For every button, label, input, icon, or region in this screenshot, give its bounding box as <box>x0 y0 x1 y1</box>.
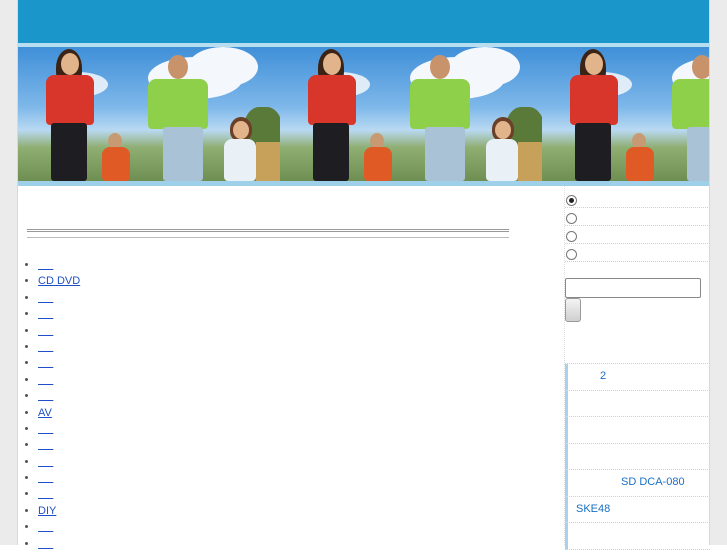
category-list-item <box>38 536 80 552</box>
title-divider <box>27 229 509 238</box>
category-list-item <box>38 372 80 388</box>
category-list-item <box>38 421 80 437</box>
category-list-item: AV <box>38 405 80 421</box>
category-list-item <box>38 323 80 339</box>
sidebar-news-item[interactable]: SD DCA-080 <box>565 470 710 497</box>
category-link[interactable] <box>38 390 53 402</box>
sidebar-divider <box>565 323 710 364</box>
category-list-item <box>38 355 80 371</box>
category-list-item <box>38 388 80 404</box>
banner-photo-tile <box>280 47 542 181</box>
category-list-item <box>38 470 80 486</box>
search-option-radio[interactable] <box>566 195 577 206</box>
category-link[interactable] <box>38 374 53 386</box>
category-link[interactable] <box>38 259 53 271</box>
category-list-item <box>38 519 80 535</box>
right-gutter <box>709 0 727 545</box>
category-link[interactable]: AV <box>38 407 52 419</box>
category-link[interactable] <box>38 423 53 435</box>
sidebar-news-item[interactable] <box>565 417 710 444</box>
sidebar-news-link[interactable]: 2 <box>600 370 606 382</box>
search-option-radio[interactable] <box>566 213 577 224</box>
banner-photo-tile <box>18 47 280 181</box>
category-list-item <box>38 437 80 453</box>
search-button[interactable] <box>565 298 581 322</box>
search-option-row <box>565 244 710 262</box>
page-container: CD DVD AV DIY 2 SD DCA-080 SKE48 <box>18 0 710 550</box>
category-link[interactable] <box>38 472 53 484</box>
sidebar-news-item[interactable] <box>565 390 710 417</box>
category-link[interactable]: CD DVD <box>38 275 80 287</box>
search-input[interactable] <box>565 278 701 298</box>
category-link[interactable] <box>38 357 53 369</box>
category-link[interactable] <box>38 292 53 304</box>
category-list-item <box>38 454 80 470</box>
sidebar-news-link[interactable]: SKE48 <box>576 503 610 515</box>
category-link[interactable] <box>38 488 53 500</box>
search-option-radio[interactable] <box>566 231 577 242</box>
main-content: CD DVD AV DIY <box>27 186 567 545</box>
category-list-item: DIY <box>38 503 80 519</box>
category-list-item <box>38 339 80 355</box>
banner-photo-tile <box>542 47 709 181</box>
search-option-row <box>565 226 710 244</box>
sidebar-news-item[interactable] <box>565 523 710 550</box>
search-option-radio[interactable] <box>566 249 577 260</box>
sidebar-news-link[interactable]: SD DCA-080 <box>621 476 685 488</box>
category-link[interactable] <box>38 521 53 533</box>
search-option-row <box>565 186 710 208</box>
category-link[interactable] <box>38 439 53 451</box>
category-list-item <box>38 486 80 502</box>
sidebar-news-item[interactable] <box>565 443 710 470</box>
sidebar-news-item[interactable]: SKE48 <box>565 496 710 523</box>
site-header[interactable] <box>18 0 709 43</box>
search-option-row <box>565 208 710 226</box>
sidebar-news-item[interactable]: 2 <box>565 364 710 391</box>
category-list-item: CD DVD <box>38 273 80 289</box>
left-gutter <box>0 0 18 545</box>
category-link[interactable] <box>38 308 53 320</box>
search-options <box>565 186 710 262</box>
category-list-item <box>38 290 80 306</box>
category-link[interactable] <box>38 538 53 550</box>
sidebar-news-list: 2 SD DCA-080 SKE48 <box>565 364 710 550</box>
category-link[interactable] <box>38 325 53 337</box>
sidebar: 2 SD DCA-080 SKE48 <box>564 186 710 550</box>
header-banner-image <box>18 47 709 181</box>
category-link[interactable]: DIY <box>38 505 56 517</box>
category-list-item <box>38 306 80 322</box>
category-link[interactable] <box>38 341 53 353</box>
category-list-item <box>38 257 80 273</box>
category-link[interactable] <box>38 456 53 468</box>
category-link-list: CD DVD AV DIY <box>27 257 80 552</box>
